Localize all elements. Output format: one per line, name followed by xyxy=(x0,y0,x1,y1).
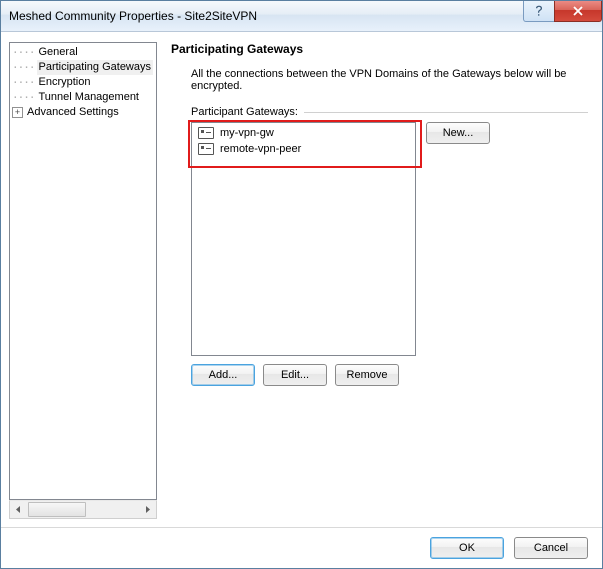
expand-icon[interactable]: + xyxy=(12,107,23,118)
nav-tree-container: ···· General ···· Participating Gateways… xyxy=(9,42,157,519)
panel-description: All the connections between the VPN Doma… xyxy=(191,68,588,92)
tree-item-advanced-settings[interactable]: + Advanced Settings xyxy=(12,105,156,120)
help-button[interactable] xyxy=(523,1,555,22)
list-button-row: Add... Edit... Remove xyxy=(191,364,588,386)
chevron-left-icon xyxy=(15,506,22,513)
ok-button[interactable]: OK xyxy=(430,537,504,559)
window-title: Meshed Community Properties - Site2SiteV… xyxy=(9,9,257,23)
close-button[interactable] xyxy=(554,1,602,22)
tree-item-label: Encryption xyxy=(37,75,93,90)
tree-item-tunnel-management[interactable]: ···· Tunnel Management xyxy=(12,90,156,105)
help-icon xyxy=(534,5,544,17)
dialog-window: Meshed Community Properties - Site2SiteV… xyxy=(0,0,603,569)
content-panel: Participating Gateways All the connectio… xyxy=(165,42,594,519)
tree-item-label: Advanced Settings xyxy=(25,105,121,120)
scroll-right-arrow[interactable] xyxy=(139,502,156,517)
scroll-left-arrow[interactable] xyxy=(10,502,27,517)
cancel-button[interactable]: Cancel xyxy=(514,537,588,559)
scroll-thumb[interactable] xyxy=(28,502,86,517)
tree-item-label: Participating Gateways xyxy=(37,60,154,75)
dialog-body: ···· General ···· Participating Gateways… xyxy=(1,32,602,527)
list-label-row: Participant Gateways: xyxy=(191,106,588,118)
window-buttons xyxy=(524,1,602,22)
gateway-icon xyxy=(198,127,214,139)
remove-button[interactable]: Remove xyxy=(335,364,399,386)
gateway-listbox-wrap: my-vpn-gw remote-vpn-peer xyxy=(191,122,416,356)
nav-tree[interactable]: ···· General ···· Participating Gateways… xyxy=(9,42,157,500)
tree-horizontal-scrollbar[interactable] xyxy=(9,500,157,519)
tree-item-participating-gateways[interactable]: ···· Participating Gateways xyxy=(12,60,156,75)
list-item-label: remote-vpn-peer xyxy=(220,143,301,155)
title-bar: Meshed Community Properties - Site2SiteV… xyxy=(1,1,602,32)
list-label: Participant Gateways: xyxy=(191,106,298,118)
tree-item-label: General xyxy=(37,45,80,60)
new-button[interactable]: New... xyxy=(426,122,490,144)
dialog-footer: OK Cancel xyxy=(1,527,602,568)
separator-line xyxy=(304,112,588,113)
edit-button[interactable]: Edit... xyxy=(263,364,327,386)
gateway-listbox[interactable]: my-vpn-gw remote-vpn-peer xyxy=(191,122,416,356)
list-item[interactable]: remote-vpn-peer xyxy=(194,141,413,157)
add-button[interactable]: Add... xyxy=(191,364,255,386)
gateway-icon xyxy=(198,143,214,155)
chevron-right-icon xyxy=(144,506,151,513)
close-icon xyxy=(572,6,584,16)
tree-item-encryption[interactable]: ···· Encryption xyxy=(12,75,156,90)
list-item-label: my-vpn-gw xyxy=(220,127,274,139)
panel-heading: Participating Gateways xyxy=(171,42,588,56)
gateway-list-area: my-vpn-gw remote-vpn-peer New... xyxy=(191,122,588,356)
tree-item-label: Tunnel Management xyxy=(37,90,142,105)
tree-item-general[interactable]: ···· General xyxy=(12,45,156,60)
list-item[interactable]: my-vpn-gw xyxy=(194,125,413,141)
